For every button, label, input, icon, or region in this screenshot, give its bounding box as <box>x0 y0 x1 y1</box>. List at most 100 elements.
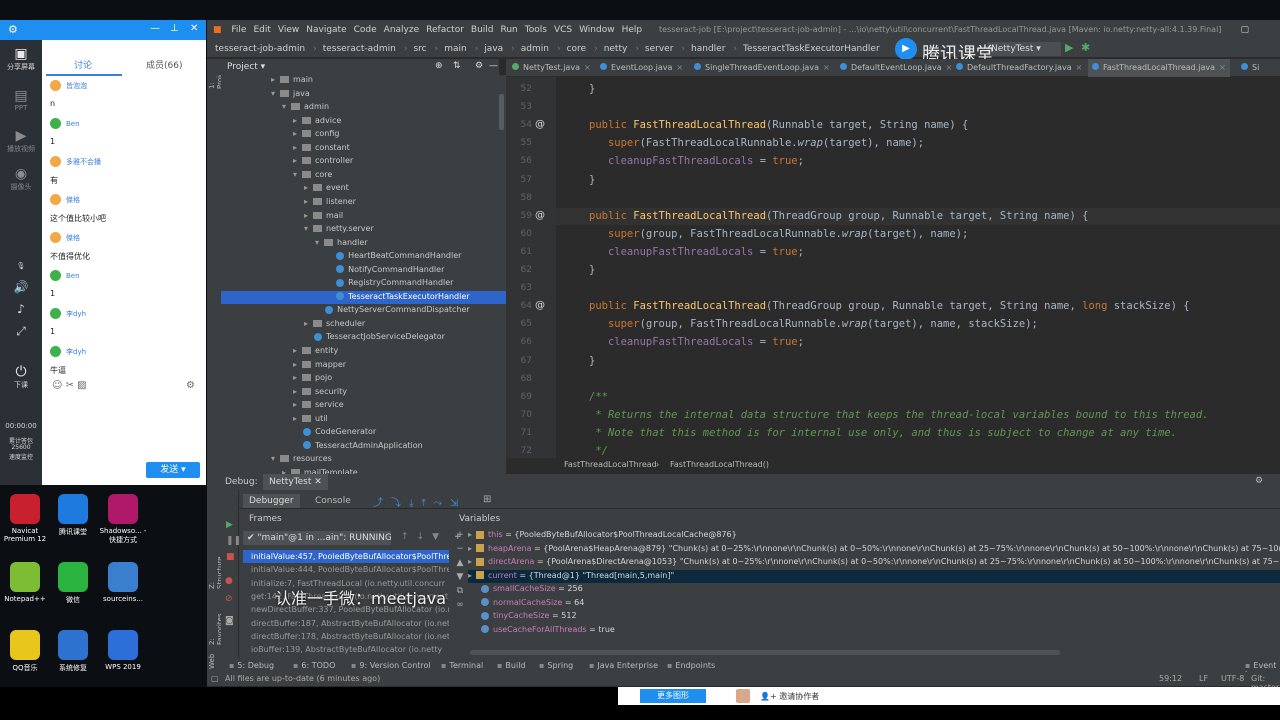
variable-row[interactable]: ▸ heapArena = {PoolArena$HeapArena@879} "… <box>468 544 1280 553</box>
speaker-icon[interactable]: 🔊 <box>0 280 42 294</box>
pin-icon[interactable]: ⊥ <box>170 23 179 34</box>
tree-node[interactable]: ▸ controller <box>293 156 353 165</box>
breadcrumb-item[interactable]: server <box>645 40 674 58</box>
close-icon[interactable]: × <box>946 63 953 72</box>
breadcrumb-item[interactable]: main <box>444 40 467 58</box>
end-class-tool[interactable]: ⏻ 下课 <box>0 364 42 390</box>
tab-console[interactable]: Console <box>315 496 351 506</box>
stack-frame[interactable]: initialValue:457, PooledByteBufAllocator… <box>243 550 449 563</box>
close-icon[interactable]: ✕ <box>190 23 198 34</box>
web-tool-label[interactable]: Web <box>208 654 216 669</box>
override-marker-icon[interactable]: @ <box>535 300 545 311</box>
gear-icon[interactable]: ⚙ <box>186 380 195 391</box>
tree-node[interactable]: ▸ advice <box>293 116 341 125</box>
tool-window-button[interactable]: ▪ Endpoints <box>667 661 715 670</box>
expand-arrow-icon[interactable]: ▸ <box>293 156 297 165</box>
breadcrumb-item[interactable]: src <box>413 40 426 58</box>
invite-button[interactable]: 👤+ 邀请协作者 <box>760 691 819 702</box>
expand-arrow-icon[interactable]: ▸ <box>293 373 297 382</box>
expand-arrow-icon[interactable]: ▸ <box>293 116 297 125</box>
desktop-icon[interactable]: 微信 <box>48 562 98 605</box>
tree-node[interactable]: ▾ java <box>271 89 310 98</box>
menu-code[interactable]: Code <box>354 20 377 40</box>
debug-icon[interactable]: ✱ <box>1081 41 1090 54</box>
expand-arrow-icon[interactable]: ▸ <box>293 414 297 423</box>
variable-row[interactable]: smallCacheSize = 256 <box>481 584 583 593</box>
breadcrumb-item[interactable]: tesseract-job-admin <box>215 40 305 58</box>
share-screen-tool[interactable]: ▣ 分享屏幕 <box>0 46 42 72</box>
tree-node[interactable]: ▾ core <box>293 170 332 179</box>
desktop-icon[interactable]: Shadowso... - 快捷方式 <box>98 494 148 545</box>
variable-row[interactable]: ▸ directArena = {PoolArena$DirectArena@10… <box>468 557 1280 566</box>
editor-tab[interactable]: DefaultEventLoop.java × <box>840 59 952 77</box>
close-icon[interactable]: × <box>676 63 683 72</box>
menu-analyze[interactable]: Analyze <box>384 20 419 40</box>
expand-arrow-icon[interactable]: ▾ <box>271 454 275 463</box>
hide-icon[interactable]: — <box>489 61 498 71</box>
expand-arrow-icon[interactable]: ▸ <box>468 571 472 580</box>
settings-icon[interactable]: ⚙ <box>8 23 18 36</box>
expand-arrow-icon[interactable]: ▾ <box>271 89 275 98</box>
editor-tab[interactable]: FastThreadLocalThread.java × <box>1088 59 1230 77</box>
expand-arrow-icon[interactable]: ▸ <box>304 211 308 220</box>
breadcrumb-item[interactable]: TesseractTaskExecutorHandler <box>743 40 880 58</box>
menu-help[interactable]: Help <box>622 20 643 40</box>
breadcrumb-item[interactable]: tesseract-admin <box>323 40 396 58</box>
tree-node[interactable]: ▸ main <box>271 75 313 84</box>
desktop-icon[interactable]: 系统修复 <box>48 630 98 673</box>
project-dropdown[interactable]: Project ▾ <box>227 62 265 72</box>
tree-node[interactable]: ▸ security <box>293 387 347 396</box>
desktop-icon[interactable]: Navicat Premium 12 <box>0 494 50 543</box>
mute-icon[interactable]: ⊘ <box>225 594 233 604</box>
menu-window[interactable]: Window <box>579 20 615 40</box>
menu-run[interactable]: Run <box>501 20 518 40</box>
menu-navigate[interactable]: Navigate <box>306 20 346 40</box>
tool-window-button[interactable]: ▪ 9: Version Control <box>351 661 431 670</box>
tree-node[interactable]: NettyServerCommandDispatcher <box>315 305 470 314</box>
tree-node[interactable]: TesseractJobServiceDelegator <box>304 332 445 341</box>
menu-view[interactable]: View <box>278 20 299 40</box>
cursor-position[interactable]: 59:12 <box>1159 674 1182 683</box>
expand-arrow-icon[interactable]: ▸ <box>468 544 472 553</box>
editor-tab[interactable]: DefaultThreadFactory.java × <box>956 59 1082 77</box>
tree-node[interactable]: ▸ pojo <box>293 373 332 382</box>
expand-arrow-icon[interactable]: ▸ <box>293 346 297 355</box>
override-marker-icon[interactable]: @ <box>535 119 545 130</box>
tree-node[interactable]: ▸ entity <box>293 346 338 355</box>
tree-node[interactable]: NotifyCommandHandler <box>326 265 444 274</box>
tree-node[interactable]: ▾ admin <box>282 102 329 111</box>
step-icons[interactable]: ⤴⤵⤓⤒⤳⇲ <box>373 494 466 509</box>
tool-window-button[interactable]: ▪ Build <box>497 661 526 670</box>
gear-icon[interactable]: ⚙ <box>1255 476 1263 486</box>
menu-build[interactable]: Build <box>471 20 494 40</box>
tree-node[interactable]: RegistryCommandHandler <box>326 278 453 287</box>
tree-node[interactable]: ▸ scheduler <box>304 319 365 328</box>
emoji-icon[interactable]: ☺ ✂ ▨ <box>52 380 87 391</box>
expand-arrow-icon[interactable]: ▸ <box>271 75 275 84</box>
tree-node[interactable]: ▾ resources <box>271 454 332 463</box>
tree-scrollbar[interactable] <box>499 94 504 130</box>
collapse-icon[interactable]: ⇅ <box>453 61 461 71</box>
tab-discuss[interactable]: 讨论 <box>74 58 92 71</box>
maximize-icon[interactable]: ▢ <box>1240 20 1249 40</box>
tool-window-button[interactable]: ▪ Spring <box>539 661 573 670</box>
variable-row[interactable]: tinyCacheSize = 512 <box>481 611 577 620</box>
fullscreen-icon[interactable]: ⤢ <box>0 324 42 339</box>
expand-arrow-icon[interactable]: ▸ <box>304 183 308 192</box>
expand-arrow-icon[interactable]: ▸ <box>293 143 297 152</box>
desktop-icon[interactable]: WPS 2019 <box>98 630 148 671</box>
tree-node[interactable]: ▸ mapper <box>293 360 346 369</box>
tool-window-button[interactable]: ▪ Terminal <box>441 661 483 670</box>
menu-vcs[interactable]: VCS <box>554 20 572 40</box>
locate-icon[interactable]: ⊕ <box>435 61 443 71</box>
camera-icon[interactable]: ◙ <box>225 616 234 626</box>
breadcrumb-class[interactable]: FastThreadLocalThread <box>564 460 657 469</box>
menu-file[interactable]: File <box>231 20 246 40</box>
editor-tab[interactable]: NettyTest.java × <box>512 59 591 77</box>
editor-tab[interactable]: EventLoop.java × <box>600 59 683 77</box>
var-side-icons[interactable]: + − ▲ ▼ ⧉ ∞ <box>452 528 468 638</box>
expand-arrow-icon[interactable]: ▸ <box>293 129 297 138</box>
tree-node[interactable]: TesseractTaskExecutorHandler <box>326 292 470 301</box>
more-shapes-button[interactable]: 更多图形 <box>640 689 706 703</box>
tree-node[interactable]: ▾ netty.server <box>304 224 374 233</box>
